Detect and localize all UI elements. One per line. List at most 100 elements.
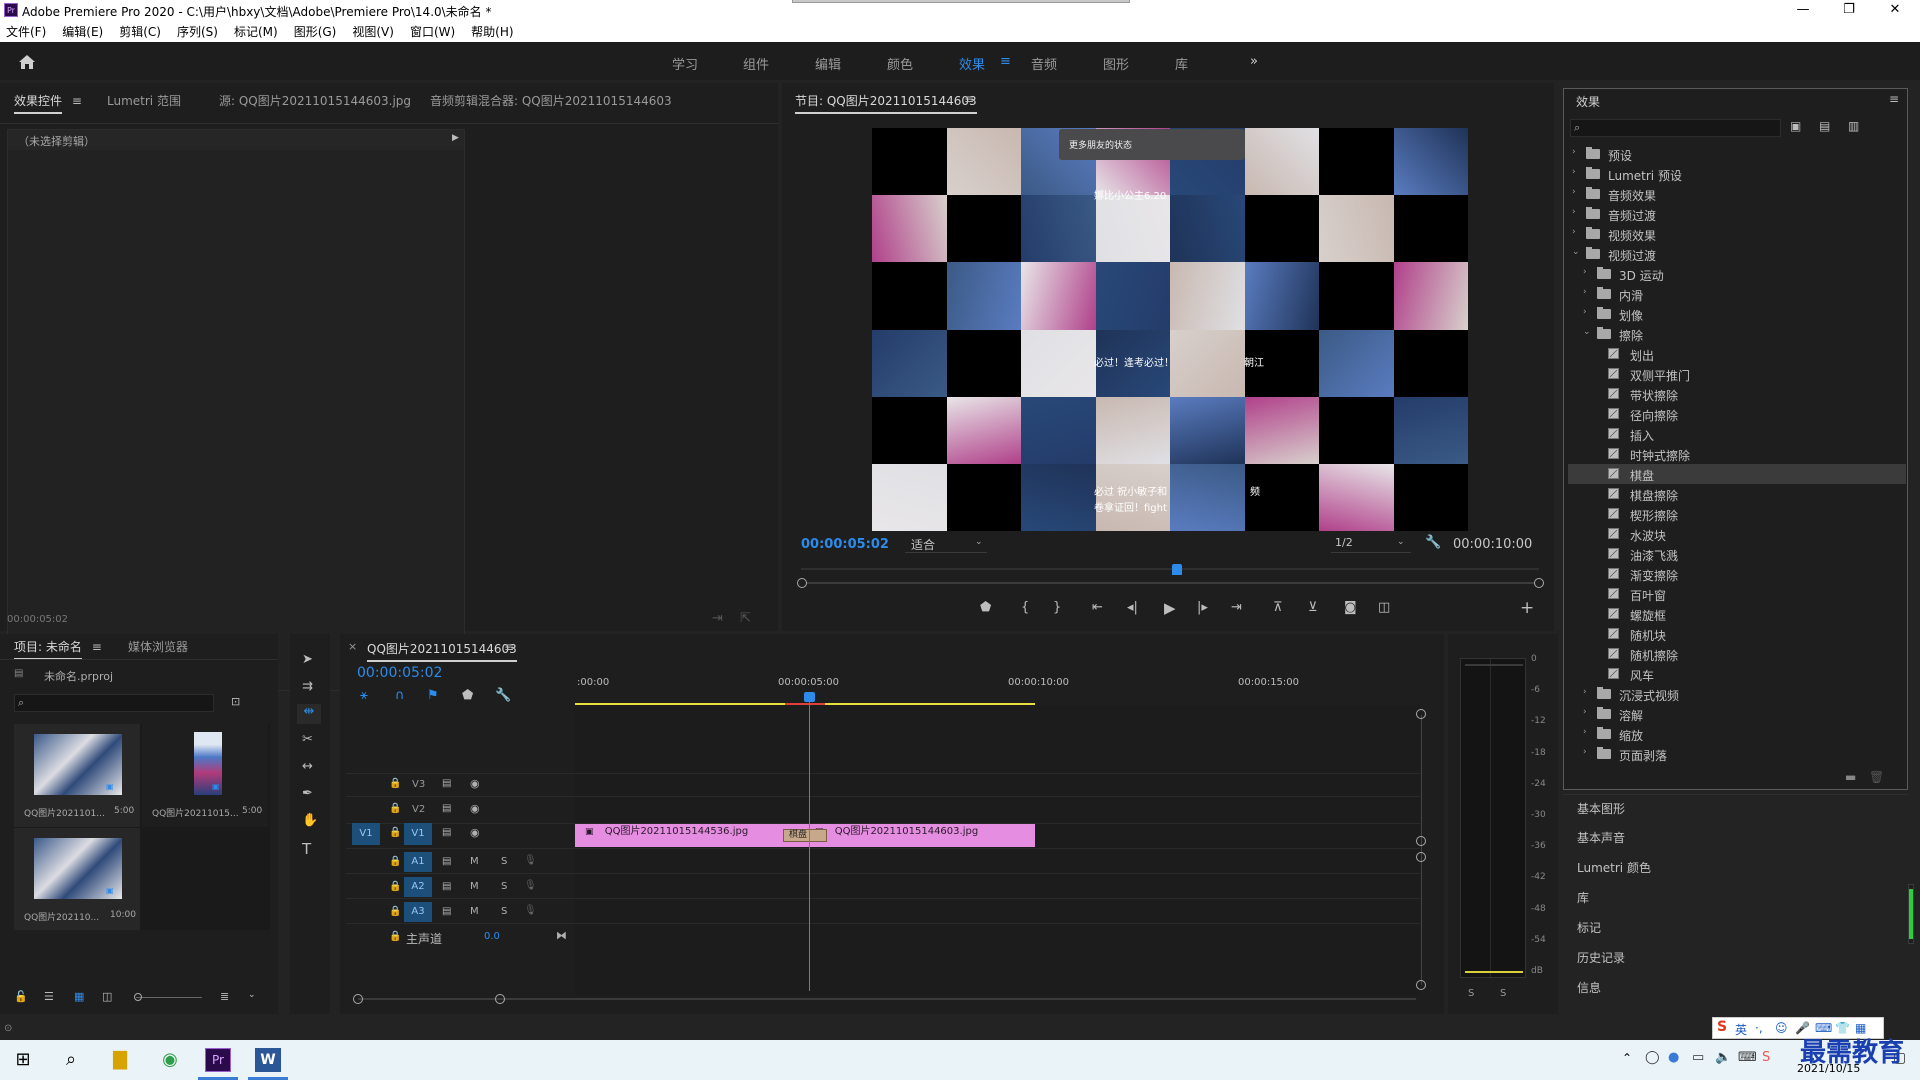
side-panel-info[interactable]: 信息 [1577,979,1601,996]
project-search-input[interactable]: ⌕ [14,694,214,712]
program-menu-icon[interactable]: ≡ [964,92,974,106]
chevron-right-icon[interactable]: › [1572,207,1576,217]
chevron-right-icon[interactable]: › [1572,147,1576,157]
master-volume-value[interactable]: 0.0 [484,931,500,942]
search-icon[interactable]: ⌕ [56,1046,86,1074]
freeform-view-icon[interactable]: ◫ [102,990,112,1003]
effect-folder[interactable]: › 沉浸式视频 [1568,684,1906,704]
mark-out-icon[interactable]: } [1053,600,1061,615]
network-icon[interactable]: ▭ [1692,1050,1704,1065]
workspace-menu-icon[interactable]: ≡ [1000,54,1011,69]
type-tool-icon[interactable]: T [302,840,311,858]
mark-in-icon[interactable]: { [1021,600,1029,615]
restore-button[interactable]: ❐ [1826,0,1872,22]
audio-zoom-handle-top[interactable] [1416,852,1426,862]
add-marker-icon[interactable]: ⬟ [462,688,473,703]
sync-lock-icon[interactable]: ▤ [442,906,451,917]
effects-search-input[interactable]: ⌕ [1570,119,1781,137]
go-to-out-icon[interactable]: ⇥ [1231,600,1242,615]
chevron-down-icon[interactable]: ⌄ [1583,327,1591,337]
comparison-view-icon[interactable]: ◫ [1378,600,1390,615]
track-label-a1[interactable]: A1 [404,852,432,872]
icon-view-icon[interactable]: ▦ [74,990,84,1003]
program-title[interactable]: 节目: QQ图片20211015144603 [795,92,977,114]
mute-a2[interactable]: M [470,881,479,892]
chevron-right-icon[interactable]: › [1583,707,1587,717]
sync-lock-icon[interactable]: ▤ [442,856,451,867]
chevron-down-icon[interactable]: ⌄ [248,990,256,1000]
effect-item[interactable]: 螺旋框 [1568,604,1906,624]
tray-app-icon[interactable]: ● [1668,1050,1679,1065]
lock-icon[interactable]: 🔒 [389,881,401,892]
linked-selection-icon[interactable]: ⚑ [427,688,439,703]
transition-checkerboard[interactable]: 棋盘 [783,829,827,842]
timeline-playhead[interactable] [808,697,810,991]
lock-icon[interactable]: 🔒 [389,778,401,789]
menu-graphics[interactable]: 图形(G) [286,22,345,42]
play-icon[interactable]: ▶ [1164,599,1176,617]
minimize-button[interactable]: — [1780,0,1826,22]
scrub-end-handle[interactable] [1534,578,1544,588]
add-marker-icon[interactable]: ⬟ [980,600,991,615]
sort-icon[interactable]: ≣ [220,990,229,1003]
vertical-zoom-handle-mid[interactable] [1416,836,1426,846]
go-to-in-icon[interactable]: ⇤ [1092,600,1103,615]
home-icon[interactable] [18,54,36,70]
side-panel-lumetri-color[interactable]: Lumetri 颜色 [1577,859,1651,876]
ime-punct-icon[interactable]: ·, [1755,1021,1763,1035]
premiere-taskbar-icon[interactable]: Pr [205,1048,231,1072]
menu-file[interactable]: 文件(F) [0,22,54,42]
effect-folder[interactable]: › 视频效果 [1568,224,1906,244]
effect-folder[interactable]: › 内滑 [1568,284,1906,304]
timeline-settings-wrench-icon[interactable]: 🔧 [495,688,511,703]
volume-icon[interactable]: 🔈 [1715,1050,1731,1065]
program-time-ruler[interactable] [801,568,1539,570]
mute-a1[interactable]: M [470,856,479,867]
sync-lock-icon[interactable]: ▤ [442,881,451,892]
side-panel-essential-graphics[interactable]: 基本图形 [1577,800,1625,817]
find-icon[interactable]: ⊡ [231,695,240,708]
menu-markers[interactable]: 标记(M) [226,22,286,42]
sync-lock-icon[interactable]: ▤ [442,803,451,814]
microphone-icon[interactable]: 🎙 [524,905,537,916]
timeline-timecode[interactable]: 00:00:05:02 [357,665,442,681]
ripple-edit-tool-icon[interactable]: ⇹ [297,704,321,724]
timeline-track-area[interactable] [575,705,1420,995]
fit-dropdown[interactable]: 适合 ⌄ [905,535,987,553]
source-patch-v1[interactable]: V1 [352,823,380,845]
scrub-start-handle[interactable] [797,578,807,588]
meter-solo-right[interactable]: S [1500,988,1506,999]
timeline-menu-icon[interactable]: ≡ [504,640,514,654]
effect-item[interactable]: 随机擦除 [1568,644,1906,664]
go-to-end-icon[interactable]: ⧓ [556,929,567,942]
side-panel-markers[interactable]: 标记 [1577,919,1601,936]
track-label-v3[interactable]: V3 [412,779,425,790]
project-menu-icon[interactable]: ≡ [92,640,102,654]
share-icon[interactable]: ⇱ [740,611,751,626]
timeline-clip[interactable]: ▣ QQ图片20211015144603.jpg [805,824,1035,847]
32bit-effects-icon[interactable]: ▤ [1819,119,1830,133]
lock-icon[interactable]: 🔒 [389,827,401,838]
step-back-icon[interactable]: ◂| [1127,600,1138,615]
hand-tool-icon[interactable]: ✋ [302,813,318,828]
menu-window[interactable]: 窗口(W) [402,22,463,42]
lift-icon[interactable]: ⊼ [1273,600,1283,615]
export-frame-icon[interactable]: ⇥ [712,611,723,626]
ime-language[interactable]: 英 [1735,1021,1747,1038]
program-current-timecode[interactable]: 00:00:05:02 [801,537,889,552]
effect-folder[interactable]: › 页面剥落 [1568,744,1906,764]
meter-solo-left[interactable]: S [1468,988,1474,999]
workspace-tab-color[interactable]: 颜色 [887,54,913,73]
effect-folder[interactable]: › 划像 [1568,304,1906,324]
vertical-zoom-handle-top[interactable] [1416,709,1426,719]
effect-item[interactable]: 水波块 [1568,524,1906,544]
workspace-tab-libraries[interactable]: 库 [1175,54,1188,73]
effect-item[interactable]: 百叶窗 [1568,584,1906,604]
tab-audio-clip-mixer[interactable]: 音频剪辑混合器: QQ图片20211015144603 [430,92,672,109]
solo-a1[interactable]: S [501,856,507,867]
effect-item[interactable]: 楔形擦除 [1568,504,1906,524]
workspace-tab-assembly[interactable]: 组件 [743,54,769,73]
effect-folder[interactable]: › 缩放 [1568,724,1906,744]
effect-folder[interactable]: › Lumetri 预设 [1568,164,1906,184]
workspace-tab-graphics[interactable]: 图形 [1103,54,1129,73]
